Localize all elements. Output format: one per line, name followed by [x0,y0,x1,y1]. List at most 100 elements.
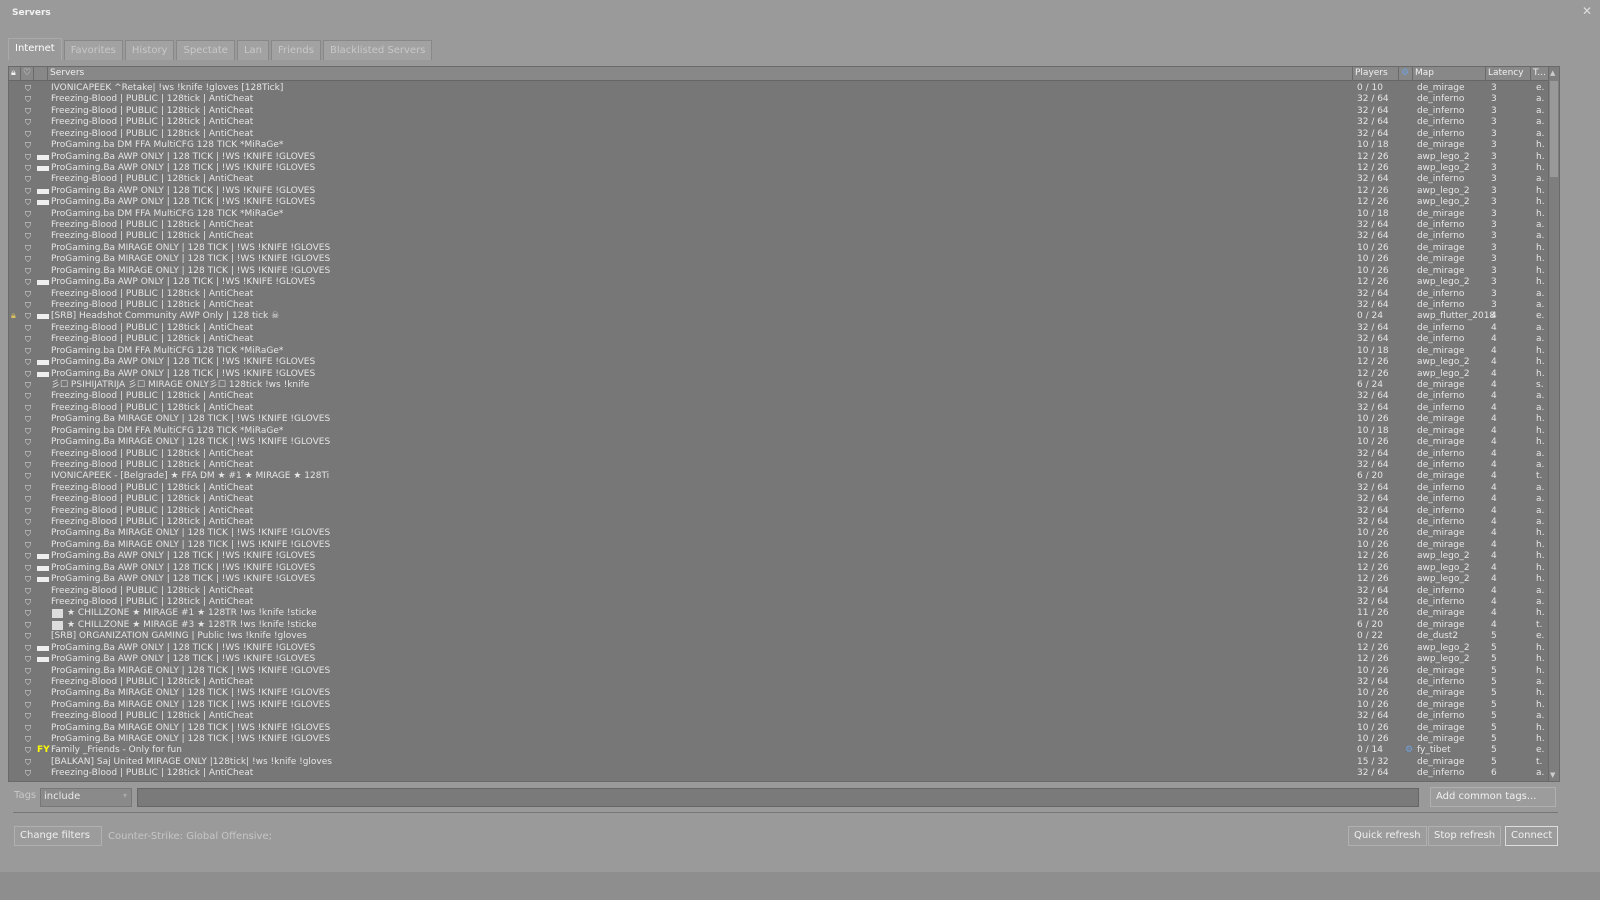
favorite-shield-icon[interactable]: ⛉ [25,266,31,277]
favorite-shield-icon[interactable]: ⛉ [25,711,31,722]
favorite-shield-icon[interactable]: ⛉ [25,597,31,608]
add-common-tags-button[interactable]: Add common tags... [1430,787,1556,807]
server-row[interactable]: ⛉ ProGaming.Ba AWP ONLY | 128 TICK | !WS … [9,563,1549,574]
server-row[interactable]: ⛉ Freezing-Blood | PUBLIC | 128tick | Ant… [9,323,1549,334]
server-row[interactable]: ⛉ ProGaming.Ba AWP ONLY | 128 TICK | !WS … [9,197,1549,208]
server-row[interactable]: ⛉ ProGaming.Ba AWP ONLY | 128 TICK | !WS … [9,643,1549,654]
server-row[interactable]: ⛉ ProGaming.Ba MIRAGE ONLY | 128 TICK | !… [9,734,1549,745]
server-row[interactable]: ⛉ 彡☐ PSIHIJATRIJA 彡☐ MIRAGE ONLY彡☐ 128tic… [9,380,1549,391]
server-row[interactable]: 🔒︎ ⛉ [SRB] Headshot Community AWP Only | 1… [9,311,1549,322]
server-row[interactable]: ⛉ Freezing-Blood | PUBLIC | 128tick | Ant… [9,129,1549,140]
server-row[interactable]: ⛉ ProGaming.Ba MIRAGE ONLY | 128 TICK | !… [9,243,1549,254]
server-row[interactable]: ⛉ ProGaming.Ba AWP ONLY | 128 TICK | !WS … [9,551,1549,562]
favorite-shield-icon[interactable]: ⛉ [25,768,31,779]
favorite-shield-icon[interactable]: ⛉ [25,357,31,368]
server-row[interactable]: ⛉ IVONICAPEEK ^Retake| !ws !knife !gloves… [9,83,1549,94]
favorite-shield-icon[interactable]: ⛉ [25,380,31,391]
favorite-shield-icon[interactable]: ⛉ [25,334,31,345]
favorite-shield-icon[interactable]: ⛉ [25,209,31,220]
favorite-shield-icon[interactable]: ⛉ [25,586,31,597]
server-row[interactable]: ⛉ ProGaming.Ba AWP ONLY | 128 TICK | !WS … [9,357,1549,368]
server-row[interactable]: ⛉ [SRB] ORGANIZATION GAMING | Public !ws … [9,631,1549,642]
favorite-shield-icon[interactable]: ⛉ [25,94,31,105]
connect-button[interactable]: Connect [1505,826,1559,846]
favorite-shield-icon[interactable]: ⛉ [25,277,31,288]
server-row[interactable]: ⛉ ★ CHILLZONE ★ MIRAGE #3 ★ 128TR !ws !kn… [9,620,1549,631]
server-row[interactable]: ⛉ IVONICAPEEK - [Belgrade] ★ FFA DM ★ #1 … [9,471,1549,482]
server-row[interactable]: ⛉ Freezing-Blood | PUBLIC | 128tick | Ant… [9,677,1549,688]
tab-internet[interactable]: Internet [8,38,62,60]
server-row[interactable]: ⛉ Freezing-Blood | PUBLIC | 128tick | Ant… [9,174,1549,185]
favorite-shield-icon[interactable]: ⛉ [25,460,31,471]
favorite-shield-icon[interactable]: ⛉ [25,346,31,357]
server-row[interactable]: ⛉ ProGaming.Ba AWP ONLY | 128 TICK | !WS … [9,369,1549,380]
favorite-shield-icon[interactable]: ⛉ [25,426,31,437]
quick-refresh-button[interactable]: Quick refresh [1348,826,1427,846]
server-row[interactable]: ⛉ ProGaming.Ba AWP ONLY | 128 TICK | !WS … [9,163,1549,174]
favorite-shield-icon[interactable]: ⛉ [25,437,31,448]
favorite-shield-icon[interactable]: ⛉ [25,369,31,380]
favorite-shield-icon[interactable]: ⛉ [25,723,31,734]
column-latency[interactable]: Latency [1486,67,1531,81]
server-row[interactable]: ⛉ ProGaming.Ba MIRAGE ONLY | 128 TICK | !… [9,437,1549,448]
server-row[interactable]: ⛉ ProGaming.Ba AWP ONLY | 128 TICK | !WS … [9,654,1549,665]
column-players[interactable]: Players [1353,67,1399,81]
favorite-shield-icon[interactable]: ⛉ [25,540,31,551]
badge-column-icon[interactable] [34,67,48,81]
server-row[interactable]: ⛉ Freezing-Blood | PUBLIC | 128tick | Ant… [9,494,1549,505]
server-row[interactable]: ⛉ ProGaming.ba DM FFA MultiCFG 128 TICK *… [9,209,1549,220]
favorite-shield-icon[interactable]: ⛉ [25,745,31,756]
stop-refresh-button[interactable]: Stop refresh [1428,826,1502,846]
tab-favorites[interactable]: Favorites [63,40,123,60]
favorite-shield-icon[interactable]: ⛉ [25,506,31,517]
server-row[interactable]: ⛉ ProGaming.Ba MIRAGE ONLY | 128 TICK | !… [9,666,1549,677]
server-row[interactable]: ⛉ Freezing-Blood | PUBLIC | 128tick | Ant… [9,334,1549,345]
server-row[interactable]: ⛉ ProGaming.Ba AWP ONLY | 128 TICK | !WS … [9,186,1549,197]
favorite-shield-icon[interactable]: ⛉ [25,608,31,619]
favorite-shield-icon[interactable]: ⛉ [25,197,31,208]
server-row[interactable]: ⛉ Freezing-Blood | PUBLIC | 128tick | Ant… [9,220,1549,231]
favorite-shield-icon[interactable]: ⛉ [25,83,31,94]
column-servers[interactable]: Servers [48,67,1353,81]
favorite-shield-icon[interactable]: ⛉ [25,654,31,665]
server-row[interactable]: ⛉ ProGaming.Ba AWP ONLY | 128 TICK | !WS … [9,152,1549,163]
server-row[interactable]: ⛉ Freezing-Blood | PUBLIC | 128tick | Ant… [9,94,1549,105]
server-row[interactable]: ⛉ ProGaming.ba DM FFA MultiCFG 128 TICK *… [9,426,1549,437]
scrollbar-thumb[interactable] [1550,81,1558,177]
server-row[interactable]: ⛉ ProGaming.Ba MIRAGE ONLY | 128 TICK | !… [9,266,1549,277]
server-row[interactable]: ⛉ Freezing-Blood | PUBLIC | 128tick | Ant… [9,483,1549,494]
favorite-shield-icon[interactable]: ⛉ [25,666,31,677]
favorite-shield-icon[interactable]: ⛉ [25,483,31,494]
server-row[interactable]: ⛉ ProGaming.Ba AWP ONLY | 128 TICK | !WS … [9,574,1549,585]
favorite-shield-icon[interactable]: ⛉ [25,620,31,631]
favorite-shield-icon[interactable]: ⛉ [25,323,31,334]
favorite-shield-icon[interactable]: ⛉ [25,140,31,151]
favorite-column-icon[interactable]: ♡ [21,67,34,81]
favorite-shield-icon[interactable]: ⛉ [25,231,31,242]
favorite-shield-icon[interactable]: ⛉ [25,300,31,311]
server-row[interactable]: ⛉ Freezing-Blood | PUBLIC | 128tick | Ant… [9,506,1549,517]
favorite-shield-icon[interactable]: ⛉ [25,289,31,300]
server-row[interactable]: ⛉ ProGaming.ba DM FFA MultiCFG 128 TICK *… [9,346,1549,357]
tab-blacklisted-servers[interactable]: Blacklisted Servers [322,40,433,60]
favorite-shield-icon[interactable]: ⛉ [25,688,31,699]
server-row[interactable]: ⛉ ProGaming.ba DM FFA MultiCFG 128 TICK *… [9,140,1549,151]
tab-spectate[interactable]: Spectate [176,40,235,60]
server-row[interactable]: ⛉ Freezing-Blood | PUBLIC | 128tick | Ant… [9,517,1549,528]
favorite-shield-icon[interactable]: ⛉ [25,574,31,585]
server-row[interactable]: ⛉ Freezing-Blood | PUBLIC | 128tick | Ant… [9,289,1549,300]
server-row[interactable]: ⛉ Freezing-Blood | PUBLIC | 128tick | Ant… [9,403,1549,414]
scrollbar[interactable]: ▲ ▼ [1548,67,1559,781]
favorite-shield-icon[interactable]: ⛉ [25,129,31,140]
favorite-shield-icon[interactable]: ⛉ [25,643,31,654]
favorite-shield-icon[interactable]: ⛉ [25,243,31,254]
favorite-shield-icon[interactable]: ⛉ [25,414,31,425]
favorite-shield-icon[interactable]: ⛉ [25,311,31,322]
favorite-shield-icon[interactable]: ⛉ [25,220,31,231]
tab-friends[interactable]: Friends [270,40,321,60]
server-row[interactable]: ⛉ ★ CHILLZONE ★ MIRAGE #1 ★ 128TR !ws !kn… [9,608,1549,619]
favorite-shield-icon[interactable]: ⛉ [25,186,31,197]
server-row[interactable]: ⛉ Freezing-Blood | PUBLIC | 128tick | Ant… [9,586,1549,597]
favorite-shield-icon[interactable]: ⛉ [25,631,31,642]
favorite-shield-icon[interactable]: ⛉ [25,174,31,185]
